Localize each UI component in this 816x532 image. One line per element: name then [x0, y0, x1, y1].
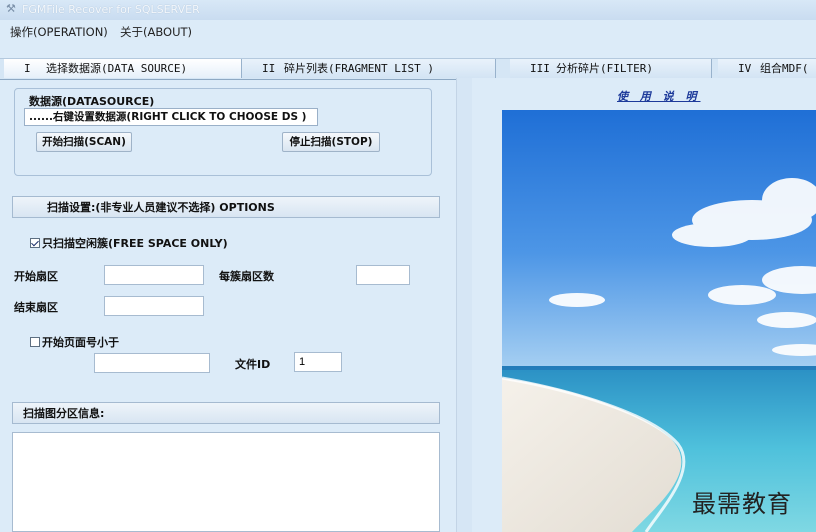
right-panel: 使 用 说 明 最需教育 — [472, 78, 816, 532]
title-bar: ⚒ FGMFile Recover for SQLSERVER — [0, 0, 816, 20]
tab-number: IV — [738, 62, 752, 75]
tab-data-source[interactable]: I 选择数据源(DATA SOURCE) — [4, 59, 242, 78]
tab-number: III — [530, 62, 550, 75]
tab-combine-mdf[interactable]: IV 组合MDF( — [718, 59, 816, 78]
beach-photo — [502, 110, 816, 532]
free-space-only-checkbox[interactable]: 只扫描空闲簇(FREE SPACE ONLY) — [30, 235, 228, 251]
window-title: FGMFile Recover for SQLSERVER — [22, 3, 200, 16]
end-sector-input[interactable] — [104, 296, 204, 316]
sectors-per-cluster-label: 每簇扇区数 — [219, 270, 274, 283]
start-sector-label: 开始扇区 — [14, 270, 58, 283]
tab-fragment-list[interactable]: II 碎片列表(FRAGMENT LIST ) — [242, 59, 496, 78]
start-sector-input[interactable] — [104, 265, 204, 285]
menu-operation[interactable]: 操作(OPERATION) — [10, 24, 108, 40]
checkbox-unchecked-icon — [30, 337, 40, 347]
tab-label: 碎片列表(FRAGMENT LIST ) — [284, 62, 434, 75]
partition-info-header: 扫描图分区信息: — [12, 402, 440, 424]
tab-label: 分析碎片(FILTER) — [556, 62, 653, 75]
tab-number: II — [262, 62, 276, 75]
file-id-label: 文件ID — [235, 358, 271, 371]
user-manual-link[interactable]: 使 用 说 明 — [617, 88, 701, 104]
page-number-label: 开始页面号小于 — [42, 336, 119, 349]
page-number-checkbox[interactable]: 开始页面号小于 — [30, 334, 119, 350]
datasource-field[interactable]: ......右键设置数据源(RIGHT CLICK TO CHOOSE DS ) — [24, 108, 318, 126]
free-space-only-label: 只扫描空闲簇(FREE SPACE ONLY) — [42, 237, 228, 250]
scan-button[interactable]: 开始扫描(SCAN) — [36, 132, 132, 152]
checkbox-checked-icon — [30, 238, 40, 248]
options-header: 扫描设置:(非专业人员建议不选择) OPTIONS — [12, 196, 440, 218]
file-id-input[interactable] — [294, 352, 342, 372]
sectors-per-cluster-input[interactable] — [356, 265, 410, 285]
tab-filter[interactable]: III 分析碎片(FILTER) — [510, 59, 712, 78]
watermark-text: 最需教育 — [692, 490, 792, 518]
menu-about[interactable]: 关于(ABOUT) — [120, 24, 192, 40]
tab-strip: I 选择数据源(DATA SOURCE) II 碎片列表(FRAGMENT LIST… — [0, 58, 816, 80]
wrench-icon: ⚒ — [6, 2, 16, 15]
panel-splitter[interactable] — [456, 78, 473, 532]
menu-bar: 操作(OPERATION) 关于(ABOUT) — [0, 20, 816, 42]
end-sector-label: 结束扇区 — [14, 301, 58, 314]
partition-info-textarea[interactable] — [12, 432, 440, 532]
page-number-input[interactable] — [94, 353, 210, 373]
stop-button[interactable]: 停止扫描(STOP) — [282, 132, 380, 152]
tab-label: 组合MDF( — [760, 62, 809, 75]
tab-number: I — [24, 62, 31, 75]
tab-label: 选择数据源(DATA SOURCE) — [46, 62, 188, 75]
datasource-group-label: 数据源(DATASOURCE) — [27, 93, 157, 109]
